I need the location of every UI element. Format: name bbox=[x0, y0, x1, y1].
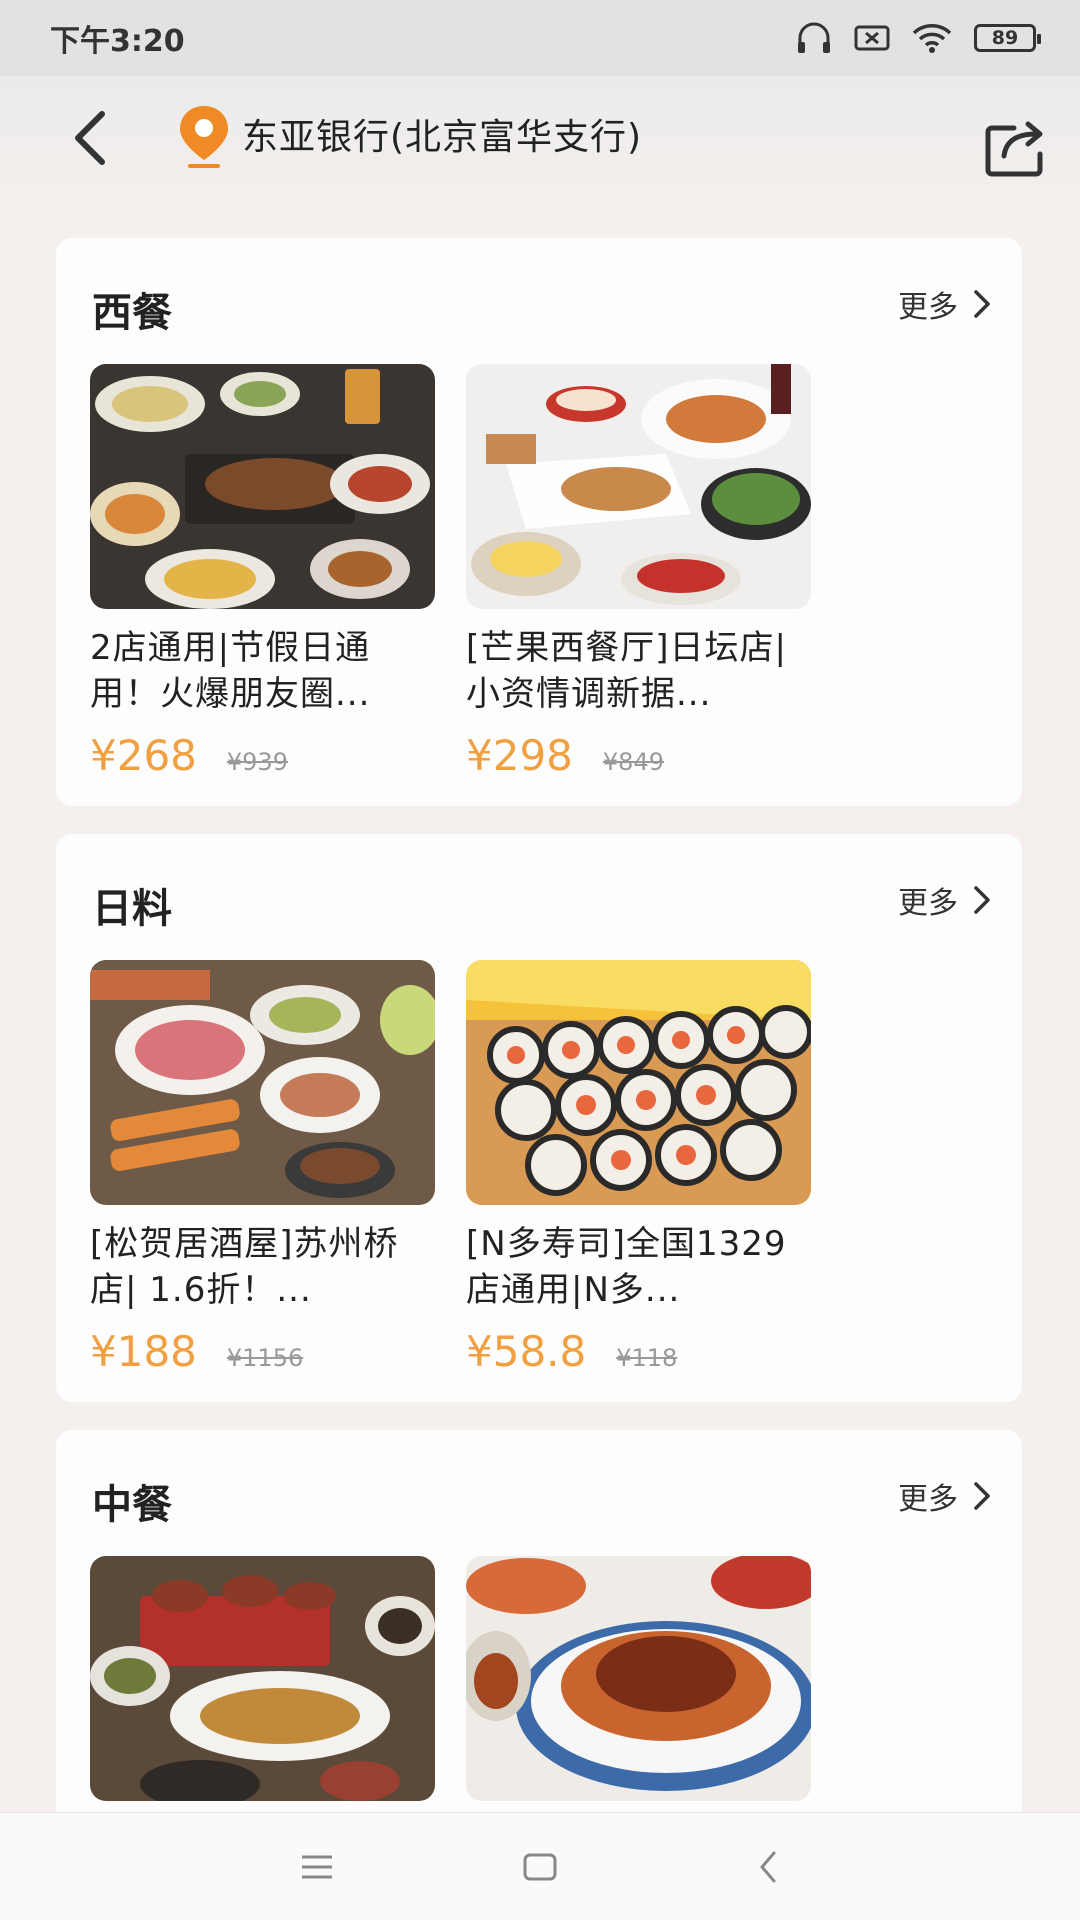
section-japanese: 日料 更多 [松贺居酒屋]苏州桥店| 1.6折！... ¥188 ¥1156 [… bbox=[56, 834, 1022, 1402]
deal-card[interactable] bbox=[466, 1556, 811, 1801]
deal-price: ¥58.8 bbox=[466, 1327, 587, 1376]
original-price: ¥939 bbox=[226, 748, 288, 776]
section-title: 日料 bbox=[92, 886, 172, 932]
section-western: 西餐 更多 2店通用|节假日通用！火爆朋友圈... ¥268 ¥939 [芒果西… bbox=[56, 238, 1022, 806]
deal-image[interactable] bbox=[90, 960, 435, 1205]
deal-image[interactable] bbox=[466, 960, 811, 1205]
deal-title: [N多寿司]全国1329店通用|N多... bbox=[466, 1224, 787, 1310]
deal-image[interactable] bbox=[466, 364, 811, 609]
back-nav-icon[interactable] bbox=[756, 1847, 780, 1887]
price-row: ¥188 ¥1156 bbox=[90, 1327, 435, 1376]
deal-image[interactable] bbox=[90, 1556, 435, 1801]
status-icons: 89 bbox=[796, 22, 1041, 54]
share-icon[interactable] bbox=[984, 116, 1050, 178]
deal-card[interactable]: [松贺居酒屋]苏州桥店| 1.6折！... ¥188 ¥1156 bbox=[90, 960, 435, 1376]
sim-none-icon bbox=[854, 25, 890, 51]
deal-price: ¥298 bbox=[466, 731, 573, 780]
section-chinese: 中餐 更多 bbox=[56, 1430, 1022, 1850]
header: 东亚银行(北京富华支行) bbox=[0, 76, 1080, 194]
more-link[interactable]: 更多 bbox=[898, 282, 992, 326]
deal-image[interactable] bbox=[466, 1556, 811, 1801]
deal-card[interactable]: [芒果西餐厅]日坛店|小资情调新据... ¥298 ¥849 bbox=[466, 364, 811, 780]
headset-icon bbox=[798, 22, 830, 53]
original-price: ¥1156 bbox=[226, 1344, 304, 1372]
price-row: ¥58.8 ¥118 bbox=[466, 1327, 811, 1376]
deal-title: [松贺居酒屋]苏州桥店| 1.6折！... bbox=[90, 1224, 399, 1310]
chevron-right-icon bbox=[974, 290, 990, 318]
deal-title: 2店通用|节假日通用！火爆朋友圈... bbox=[90, 628, 371, 714]
page-title: 东亚银行(北京富华支行) bbox=[242, 117, 643, 158]
status-time: 下午3:20 bbox=[50, 24, 185, 59]
wifi-icon bbox=[912, 24, 952, 53]
deal-card[interactable] bbox=[90, 1556, 435, 1801]
deal-title: [芒果西餐厅]日坛店|小资情调新据... bbox=[466, 628, 787, 714]
more-label: 更多 bbox=[898, 290, 958, 325]
battery-icon: 89 bbox=[974, 24, 1041, 52]
price-row: ¥268 ¥939 bbox=[90, 731, 435, 780]
chevron-right-icon bbox=[974, 1482, 990, 1510]
more-label: 更多 bbox=[898, 1482, 958, 1517]
status-bar: 下午3:20 89 bbox=[0, 0, 1080, 76]
more-label: 更多 bbox=[898, 886, 958, 921]
back-icon[interactable] bbox=[66, 108, 116, 168]
deal-price: ¥188 bbox=[90, 1327, 197, 1376]
menu-icon[interactable] bbox=[300, 1847, 334, 1887]
section-title: 中餐 bbox=[92, 1482, 172, 1528]
home-icon[interactable] bbox=[522, 1847, 558, 1887]
more-link[interactable]: 更多 bbox=[898, 878, 992, 922]
deal-card[interactable]: 2店通用|节假日通用！火爆朋友圈... ¥268 ¥939 bbox=[90, 364, 435, 780]
original-price: ¥849 bbox=[602, 748, 664, 776]
system-nav-bar bbox=[0, 1812, 1080, 1920]
location-pin-icon bbox=[180, 106, 228, 168]
original-price: ¥118 bbox=[616, 1344, 678, 1372]
deal-image[interactable] bbox=[90, 364, 435, 609]
price-row: ¥298 ¥849 bbox=[466, 731, 811, 780]
chevron-right-icon bbox=[974, 886, 990, 914]
deal-card[interactable]: [N多寿司]全国1329店通用|N多... ¥58.8 ¥118 bbox=[466, 960, 811, 1376]
more-link[interactable]: 更多 bbox=[898, 1474, 992, 1518]
deal-price: ¥268 bbox=[90, 731, 197, 780]
section-title: 西餐 bbox=[92, 290, 172, 336]
